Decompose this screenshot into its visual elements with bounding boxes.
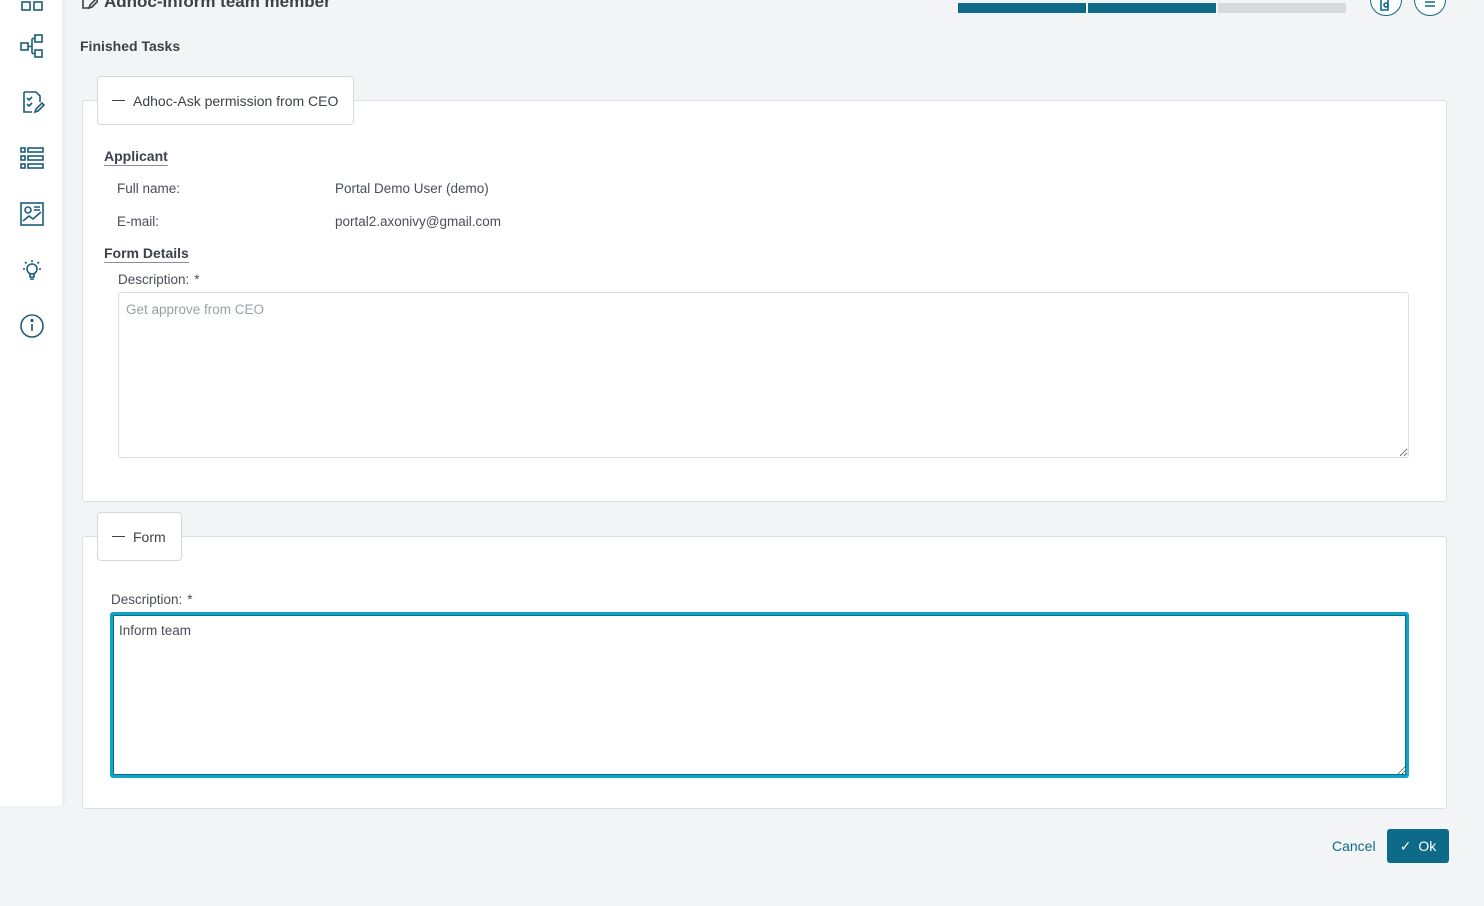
finished-task-legend: Adhoc-Ask permission from CEO bbox=[133, 92, 339, 109]
form-legend: Form bbox=[133, 528, 166, 545]
collapse-minus-icon bbox=[112, 99, 125, 102]
email-label: E-mail: bbox=[117, 214, 160, 229]
collapse-minus-icon bbox=[112, 535, 125, 538]
ok-button[interactable]: ✓ Ok bbox=[1387, 829, 1449, 863]
progress-step bbox=[1218, 3, 1346, 13]
email-value: portal2.axonivy@gmail.com bbox=[335, 214, 502, 229]
cancel-button[interactable]: Cancel bbox=[1332, 838, 1376, 854]
form-details-heading: Form Details bbox=[104, 245, 189, 263]
sidebar bbox=[0, 0, 62, 806]
menu-icon bbox=[1425, 1, 1435, 7]
description-label-text: Description: bbox=[111, 592, 183, 607]
page-title: Adhoc-Inform team member bbox=[80, 0, 331, 12]
progress-step bbox=[958, 3, 1086, 13]
full-name-value: Portal Demo User (demo) bbox=[335, 181, 489, 196]
full-name-label: Full name: bbox=[117, 181, 181, 196]
description-label: Description: * bbox=[111, 592, 193, 607]
required-mark: * bbox=[187, 592, 193, 607]
required-mark: * bbox=[194, 272, 200, 287]
info-icon[interactable] bbox=[18, 312, 46, 340]
process-icon[interactable] bbox=[18, 32, 46, 60]
finished-description-label-text: Description: bbox=[118, 272, 190, 287]
finished-task-toggle[interactable]: Adhoc-Ask permission from CEO bbox=[97, 76, 355, 125]
finished-description-textarea[interactable] bbox=[118, 292, 1409, 458]
ok-button-label: Ok bbox=[1418, 838, 1437, 854]
description-textarea[interactable] bbox=[110, 612, 1409, 778]
edit-task-icon bbox=[82, 0, 98, 10]
finished-tasks-title: Finished Tasks bbox=[80, 38, 181, 54]
case-list-icon[interactable] bbox=[18, 144, 46, 172]
document-search-icon bbox=[1380, 0, 1389, 11]
page-title-text: Adhoc-Inform team member bbox=[104, 0, 331, 11]
task-details-button[interactable] bbox=[1370, 0, 1402, 16]
progress-step bbox=[1088, 3, 1216, 13]
idea-bulb-icon[interactable] bbox=[18, 256, 46, 284]
finished-description-label: Description: * bbox=[118, 272, 200, 287]
task-actions-button[interactable] bbox=[1414, 0, 1446, 16]
task-list-icon[interactable] bbox=[18, 88, 46, 116]
form-panel-toggle[interactable]: Form bbox=[97, 512, 182, 561]
statistics-icon[interactable] bbox=[18, 200, 46, 228]
grid-menu-icon[interactable] bbox=[18, 0, 46, 14]
check-icon: ✓ bbox=[1399, 837, 1412, 854]
task-progress-bar bbox=[958, 3, 1346, 13]
applicant-heading: Applicant bbox=[104, 148, 168, 166]
